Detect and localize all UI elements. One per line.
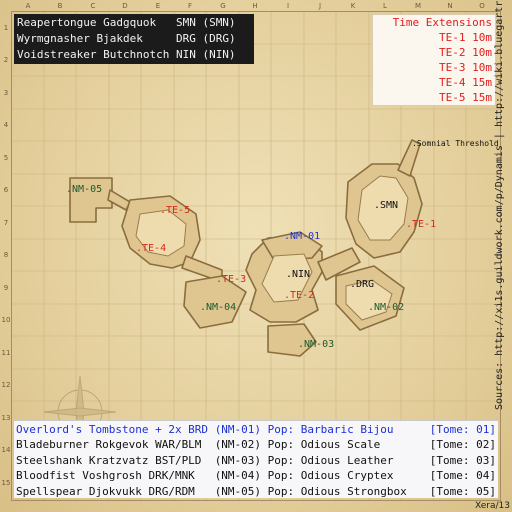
nm-name: Overlord's Tombstone + 2x BRD (NM-01) Po…: [16, 423, 394, 436]
row-label: 2: [3, 56, 9, 64]
time-extension-row: TE-1 10m: [439, 31, 492, 44]
col-label: E: [155, 2, 161, 10]
col-label: D: [122, 2, 128, 10]
marker-nm-03: .NM-03: [298, 339, 335, 350]
marker-somnial-threshold: .Somnial Threshold: [412, 139, 499, 148]
nm-name: Spellspear Djokvukk DRG/RDM (NM-05) Pop:…: [16, 484, 407, 498]
col-label: A: [25, 2, 31, 10]
col-label: I: [286, 2, 290, 10]
row-label: 6: [3, 186, 9, 194]
row-label: 12: [1, 381, 11, 389]
col-label: F: [187, 2, 193, 10]
party-member-name: Wyrmgnasher Bjakdek: [17, 32, 143, 45]
marker-te-3: .TE-3: [216, 274, 247, 285]
marker-nin: .NIN: [286, 269, 311, 280]
row-label: 11: [1, 349, 11, 357]
party-member: Reapertongue Gadgquok SMN (SMN): [17, 15, 251, 31]
marker-te-5: .TE-5: [160, 205, 191, 216]
marker-te-1: .TE-1: [406, 219, 437, 230]
col-label: N: [447, 2, 453, 10]
marker-nm-05: .NM-05: [66, 184, 103, 195]
row-label: 13: [1, 414, 11, 422]
party-member: Wyrmgnasher Bjakdek DRG (DRG): [17, 31, 251, 47]
sources-text: Sources: http://xi1s.guildwork.com/p/Dyn…: [494, 0, 505, 410]
col-label: M: [414, 2, 422, 10]
nm-row: Spellspear Djokvukk DRG/RDM (NM-05) Pop:…: [16, 484, 496, 499]
nm-tome: [Tome: 01]: [429, 423, 496, 436]
marker-nm-04: .NM-04: [200, 302, 237, 313]
marker-te-2: .TE-2: [284, 290, 315, 301]
nm-tome: [Tome: 03]: [429, 453, 496, 467]
col-label: G: [220, 2, 226, 10]
col-label: J: [318, 2, 322, 10]
row-label: 9: [3, 284, 9, 292]
row-label: 4: [3, 121, 9, 129]
col-label: L: [383, 2, 387, 10]
nm-tome: [Tome: 02]: [429, 438, 496, 452]
col-label: B: [57, 2, 63, 10]
marker-drg: .DRG: [350, 279, 375, 290]
party-member-name: Reapertongue Gadgquok: [17, 16, 157, 29]
row-label: 10: [1, 316, 11, 324]
party-member-job: NIN (NIN): [175, 48, 236, 61]
nm-name: Bladeburner Rokgevok WAR/BLM (NM-02) Pop…: [16, 438, 381, 452]
row-label: 1: [3, 24, 9, 32]
marker-smn: .SMN: [374, 200, 399, 211]
party-list: Reapertongue Gadgquok SMN (SMN) Wyrmgnas…: [14, 14, 254, 64]
col-label: C: [90, 2, 96, 10]
credit-label: Xera/13: [475, 501, 510, 511]
nm-row: Overlord's Tombstone + 2x BRD (NM-01) Po…: [16, 422, 496, 437]
marker-nm-01: .NM-01: [284, 231, 321, 242]
row-label: 14: [1, 446, 11, 454]
col-label: O: [479, 2, 485, 10]
time-extension-row: TE-2 10m: [439, 46, 492, 59]
party-member: Voidstreaker Butchnotch NIN (NIN): [17, 47, 251, 63]
marker-nm-02: .NM-02: [368, 302, 405, 313]
party-member-name: Voidstreaker Butchnotch: [17, 48, 170, 61]
nm-row: Bloodfist Voshgrosh DRK/MNK (NM-04) Pop:…: [16, 468, 496, 483]
row-label: 3: [3, 89, 9, 97]
row-label: 15: [1, 479, 11, 487]
dungeon-rooms: [69, 139, 423, 357]
time-extension-row: TE-5 15m: [439, 91, 492, 104]
nm-row: Bladeburner Rokgevok WAR/BLM (NM-02) Pop…: [16, 437, 496, 452]
col-label: H: [252, 2, 258, 10]
col-label: K: [350, 2, 356, 10]
nm-tome: [Tome: 04]: [429, 469, 496, 483]
time-extension-row: TE-4 15m: [439, 76, 492, 89]
marker-te-4: .TE-4: [136, 243, 167, 254]
row-label: 8: [3, 251, 9, 259]
party-member-job: SMN (SMN): [175, 16, 236, 29]
time-extensions-box: Time Extensions TE-1 10m TE-2 10m TE-3 1…: [372, 14, 496, 106]
time-extension-row: TE-3 10m: [439, 61, 492, 74]
time-extensions-title: Time Extensions: [392, 16, 492, 29]
row-label: 7: [3, 219, 9, 227]
nm-table: Overlord's Tombstone + 2x BRD (NM-01) Po…: [14, 420, 498, 498]
nm-tome: [Tome: 05]: [429, 484, 496, 498]
dynamis-map: A B C D E F G H I J K L M N O 1 2 3 4 5 …: [0, 0, 512, 512]
row-label: 5: [3, 154, 9, 162]
nm-name: Bloodfist Voshgrosh DRK/MNK (NM-04) Pop:…: [16, 469, 394, 483]
nm-row: Steelshank Kratzvatz BST/PLD (NM-03) Pop…: [16, 453, 496, 468]
nm-name: Steelshank Kratzvatz BST/PLD (NM-03) Pop…: [16, 453, 394, 467]
party-member-job: DRG (DRG): [175, 32, 236, 45]
